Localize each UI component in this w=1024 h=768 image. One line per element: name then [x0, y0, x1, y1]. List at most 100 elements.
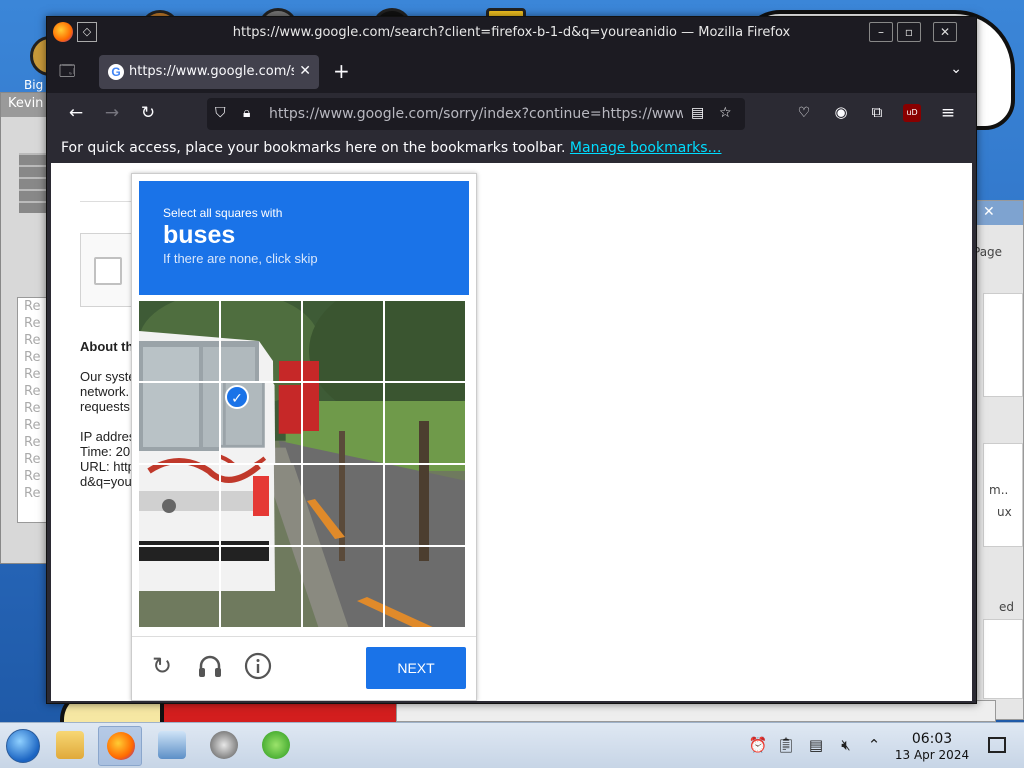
taskbar: ⏰ 📋︎ ▤ 🔇︎ ⌃ 06:03 13 Apr 2024 — [0, 722, 1024, 768]
image-grid: ✓ — [139, 301, 467, 629]
about-heading: About th — [80, 339, 134, 354]
captcha-tile[interactable] — [303, 383, 383, 463]
captcha-tile[interactable] — [385, 301, 465, 381]
computer-icon — [158, 731, 186, 759]
chevron-up-icon[interactable]: ⌃ — [864, 736, 884, 756]
captcha-tile[interactable] — [221, 465, 301, 545]
close-button[interactable]: ✕ — [933, 22, 957, 42]
account-icon[interactable]: ◉ — [830, 103, 852, 121]
url-text[interactable]: https://www.google.com/sorry/index?conti… — [269, 106, 683, 122]
captcha-tile[interactable]: ✓ — [221, 383, 301, 463]
list-all-tabs-icon[interactable]: 🗔 — [59, 61, 81, 81]
close-icon[interactable]: ✕ — [983, 204, 995, 220]
minimize-button[interactable]: – — [869, 22, 893, 42]
back-icon[interactable]: ← — [65, 103, 87, 123]
captcha-tile[interactable] — [303, 465, 383, 545]
page-text: URL: http — [80, 459, 135, 474]
menu-icon[interactable]: ≡ — [937, 103, 959, 123]
wall-icon — [19, 153, 49, 213]
challenge-footer: ↻ NEXT — [132, 636, 476, 701]
window-text: m.. — [989, 483, 1009, 497]
captcha-tile[interactable] — [221, 301, 301, 381]
url-bar[interactable]: ⛉ 🔒︎ https://www.google.com/sorry/index?… — [207, 98, 745, 130]
background-window-left[interactable]: Kevin Re Re Re Re Re Re Re Re Re Re Re Re — [0, 92, 51, 564]
taskbar-system-app[interactable] — [150, 726, 194, 766]
bookmarks-toolbar: For quick access, place your bookmarks h… — [47, 135, 976, 163]
show-desktop-button[interactable] — [988, 737, 1006, 753]
taskbar-file-manager[interactable] — [48, 726, 92, 766]
window-panel — [983, 293, 1023, 397]
next-button[interactable]: NEXT — [366, 647, 466, 689]
storage-icon[interactable]: ▤ — [806, 736, 826, 756]
window-text: ed — [999, 600, 1014, 614]
headphones-icon[interactable] — [196, 652, 224, 680]
reader-view-icon[interactable]: ▤ — [691, 105, 704, 121]
close-tab-icon[interactable]: ✕ — [299, 63, 311, 79]
page-text: requests — [80, 399, 130, 414]
page-text: Time: 20 — [80, 444, 131, 459]
captcha-tile[interactable] — [139, 465, 219, 545]
captcha-tile[interactable] — [303, 301, 383, 381]
chevron-down-icon[interactable]: ⌄ — [950, 61, 962, 77]
captcha-tile[interactable] — [385, 465, 465, 545]
alarm-icon[interactable]: ⏰ — [748, 736, 768, 756]
clock-time[interactable]: 06:03 — [902, 731, 962, 747]
captcha-tile[interactable] — [139, 547, 219, 627]
reload-icon[interactable]: ↻ — [148, 652, 176, 680]
background-window-right[interactable]: ✕ Page m.. ux ed — [972, 200, 1024, 720]
captcha-tile[interactable] — [139, 383, 219, 463]
recaptcha-challenge: Select all squares with buses If there a… — [131, 173, 477, 701]
window-title: https://www.google.com/search?client=fir… — [232, 25, 791, 40]
maximize-button[interactable]: ▫ — [897, 22, 921, 42]
tab-bar: 🗔 G https://www.google.com/s ✕ + ⌄ — [47, 49, 976, 93]
shield-icon[interactable]: ⛉ — [215, 105, 226, 121]
taskbar-firefox[interactable] — [98, 726, 142, 766]
gauge-icon — [210, 731, 238, 759]
bookmarks-hint: For quick access, place your bookmarks h… — [61, 140, 566, 156]
captcha-tile[interactable] — [303, 547, 383, 627]
clock-date[interactable]: 13 Apr 2024 — [890, 748, 974, 762]
instruction-subtext: If there are none, click skip — [163, 251, 318, 266]
taskbar-gauge-app[interactable] — [202, 726, 246, 766]
captcha-tile[interactable] — [221, 547, 301, 627]
folder-icon — [56, 731, 84, 759]
extensions-icon[interactable]: ⧉ — [866, 103, 888, 121]
page-text: network. — [80, 384, 130, 399]
bookmark-star-icon[interactable]: ☆ — [719, 105, 732, 121]
manage-bookmarks-link[interactable]: Manage bookmarks… — [570, 140, 722, 156]
taskbar-tools-app[interactable] — [254, 726, 298, 766]
google-favicon-icon: G — [108, 64, 124, 80]
challenge-header: Select all squares with buses If there a… — [139, 181, 469, 295]
checkmark-icon: ✓ — [225, 385, 249, 409]
window-panel — [983, 619, 1023, 699]
window-titlebar[interactable]: ◇ https://www.google.com/search?client=f… — [47, 17, 976, 49]
ublock-icon[interactable]: uD — [903, 104, 921, 122]
window-title: Kevin — [1, 93, 49, 117]
info-icon[interactable] — [244, 652, 272, 680]
instruction-text: Select all squares with — [163, 206, 283, 220]
firefox-window[interactable]: ◇ https://www.google.com/search?client=f… — [46, 16, 977, 704]
tab-google[interactable]: G https://www.google.com/s ✕ — [99, 55, 319, 89]
recaptcha-checkbox[interactable] — [94, 257, 122, 285]
navigation-toolbar: ← → ↻ ⛉ 🔒︎ https://www.google.com/sorry/… — [47, 93, 976, 135]
new-tab-icon[interactable]: + — [333, 59, 350, 83]
page-text: IP addres — [80, 429, 136, 444]
firefox-icon — [107, 732, 135, 760]
captcha-tile[interactable] — [139, 301, 219, 381]
window-titlebar: ✕ — [973, 201, 1023, 225]
volume-muted-icon[interactable]: 🔇︎ — [836, 736, 856, 756]
window-text: Page — [973, 245, 1003, 259]
window-text: ux — [997, 505, 1012, 519]
desktop-icon-label: Big — [24, 78, 44, 92]
page-text: d&q=you — [80, 474, 132, 489]
tools-icon — [262, 731, 290, 759]
reload-icon[interactable]: ↻ — [137, 103, 159, 123]
clipboard-icon[interactable]: 📋︎ — [776, 736, 796, 756]
captcha-tile[interactable] — [385, 383, 465, 463]
start-button[interactable] — [6, 729, 40, 763]
pocket-icon[interactable]: ♡ — [793, 105, 815, 121]
lock-icon[interactable]: 🔒︎ — [243, 105, 250, 121]
captcha-tile[interactable] — [385, 547, 465, 627]
page-text: Our syste — [80, 369, 136, 384]
forward-icon[interactable]: → — [101, 103, 123, 123]
